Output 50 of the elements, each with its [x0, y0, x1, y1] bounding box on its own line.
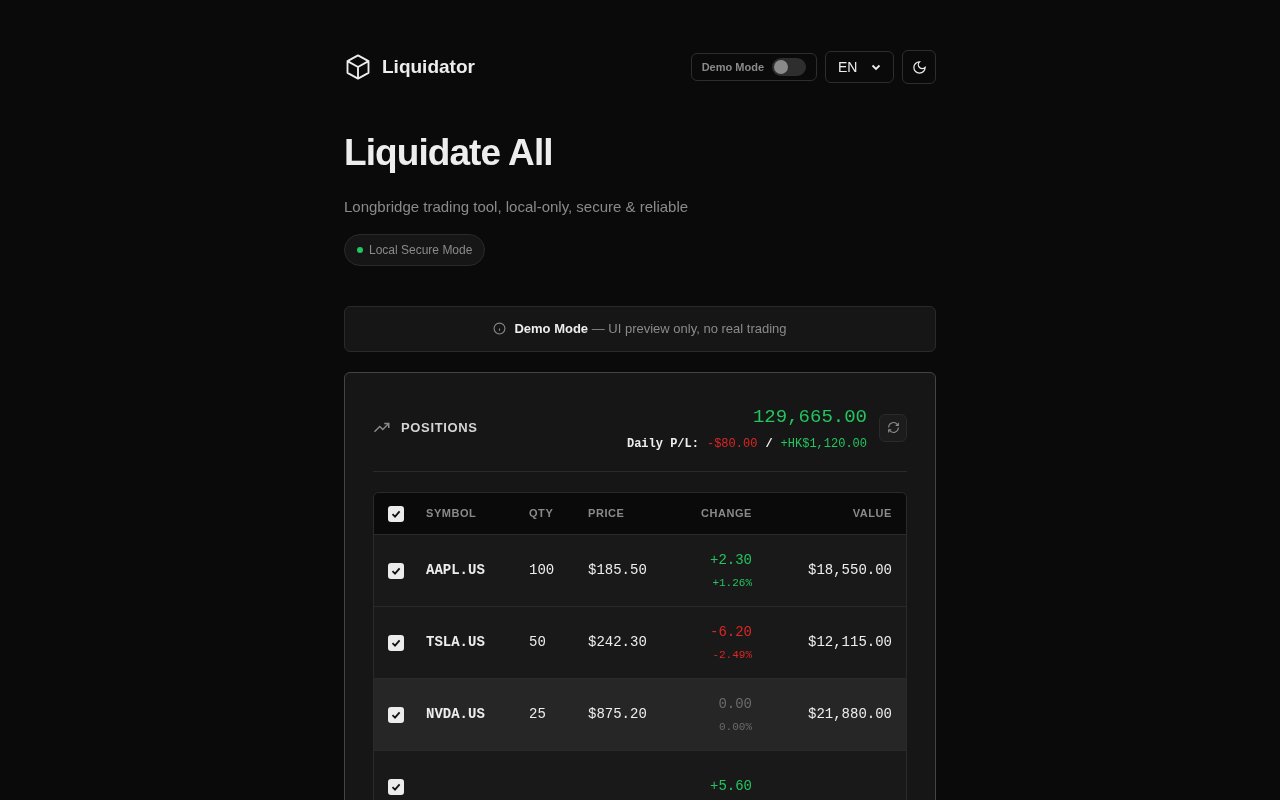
demo-notice-text: Demo Mode — UI preview only, no real trading: [514, 319, 787, 338]
page-subtitle: Longbridge trading tool, local-only, secure & reliable: [344, 197, 690, 217]
column-header: VALUE: [851, 506, 892, 522]
info-icon: [493, 322, 507, 335]
positions-title: POSITIONS: [401, 419, 478, 437]
refresh-icon: [886, 421, 900, 435]
symbol-cell-text: TSLA.US: [426, 633, 486, 652]
change-percent: 0.00%: [719, 719, 752, 735]
brand-name: Liquidator: [382, 54, 475, 79]
change-value: 0.00: [718, 694, 752, 714]
change-value: +5.60: [710, 777, 752, 796]
value-cell-text: $21,880.00: [807, 705, 892, 724]
column-header: QTY: [529, 506, 555, 522]
price-cell-text: $242.30: [588, 633, 648, 652]
checkbox[interactable]: [388, 634, 404, 651]
demo-mode-toggle[interactable]: Demo Mode: [690, 53, 817, 81]
page-title: Liquidate All: [344, 134, 554, 171]
theme-toggle-button[interactable]: [902, 50, 936, 84]
symbol-cell-text: NVDA.US: [426, 705, 486, 724]
checkbox[interactable]: [388, 505, 404, 522]
cube-icon: [344, 53, 372, 81]
change-value: -6.20: [710, 622, 752, 642]
daily-pl-usd: -$80.00: [706, 436, 758, 453]
moon-icon: [911, 59, 927, 75]
price-cell-text: $185.50: [588, 561, 648, 580]
language-select[interactable]: EN: [825, 51, 894, 83]
refresh-button[interactable]: [879, 413, 907, 442]
checkbox[interactable]: [388, 562, 404, 579]
value-cell-text: $12,115.00: [807, 633, 892, 652]
status-badge: Local Secure Mode: [344, 233, 486, 266]
daily-pl-separator: /: [765, 436, 773, 453]
qty-cell-text: 50: [529, 633, 547, 652]
column-header: PRICE: [588, 506, 626, 522]
change-percent: +1.26%: [712, 575, 752, 591]
change-percent: -2.49%: [712, 647, 752, 663]
column-header: SYMBOL: [426, 506, 478, 522]
total-value: 129,665.00: [752, 404, 867, 430]
chevron-down-icon: [871, 62, 881, 72]
qty-cell-text: 25: [529, 705, 547, 724]
position-row[interactable]: NVDA.US 25 $875.20 0.00 0.00% $21,880.00: [374, 679, 906, 751]
value-cell-text: $18,550.00: [807, 561, 892, 580]
column-header: CHANGE: [700, 506, 752, 522]
change-value: +2.30: [710, 550, 752, 570]
daily-pl-label: Daily P/L:: [626, 436, 699, 453]
checkbox[interactable]: [388, 778, 404, 795]
qty-cell-text: 100: [529, 561, 556, 580]
symbol-cell-text: AAPL.US: [426, 561, 486, 580]
daily-pl-hkd: +HK$1,120.00: [780, 436, 867, 453]
checkbox[interactable]: [388, 706, 404, 723]
price-cell-text: $875.20: [588, 705, 648, 724]
